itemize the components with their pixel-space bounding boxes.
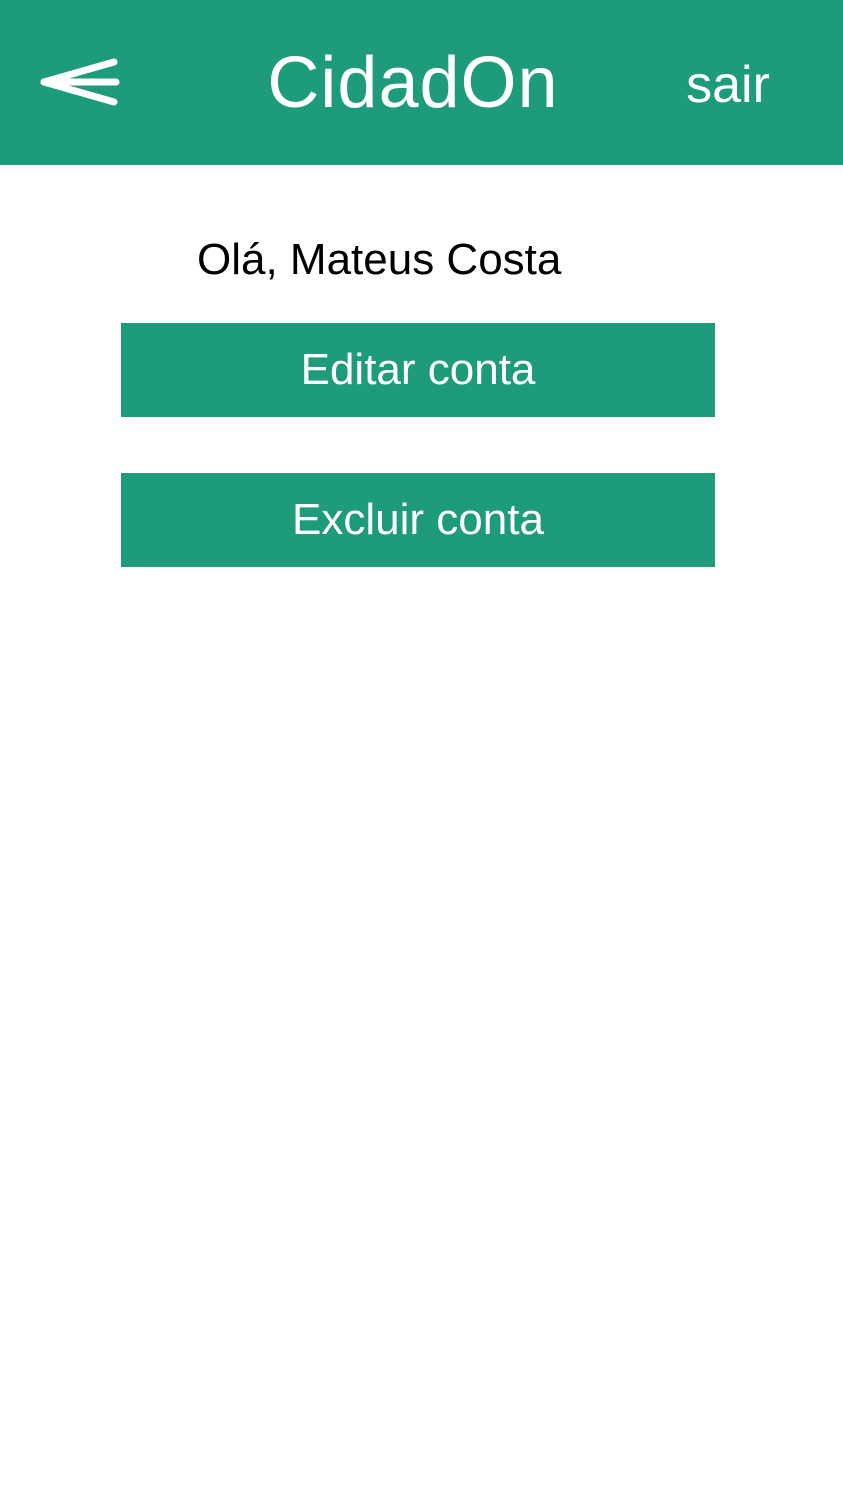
- user-greeting: Olá, Mateus Costa: [197, 235, 562, 284]
- delete-account-button[interactable]: Excluir conta: [121, 473, 715, 567]
- account-screen: CidadOn sair Olá, Mateus Costa Editar co…: [0, 0, 843, 1500]
- top-app-bar: CidadOn sair: [0, 0, 843, 165]
- edit-account-button[interactable]: Editar conta: [121, 323, 715, 417]
- logout-link[interactable]: sair: [672, 52, 784, 118]
